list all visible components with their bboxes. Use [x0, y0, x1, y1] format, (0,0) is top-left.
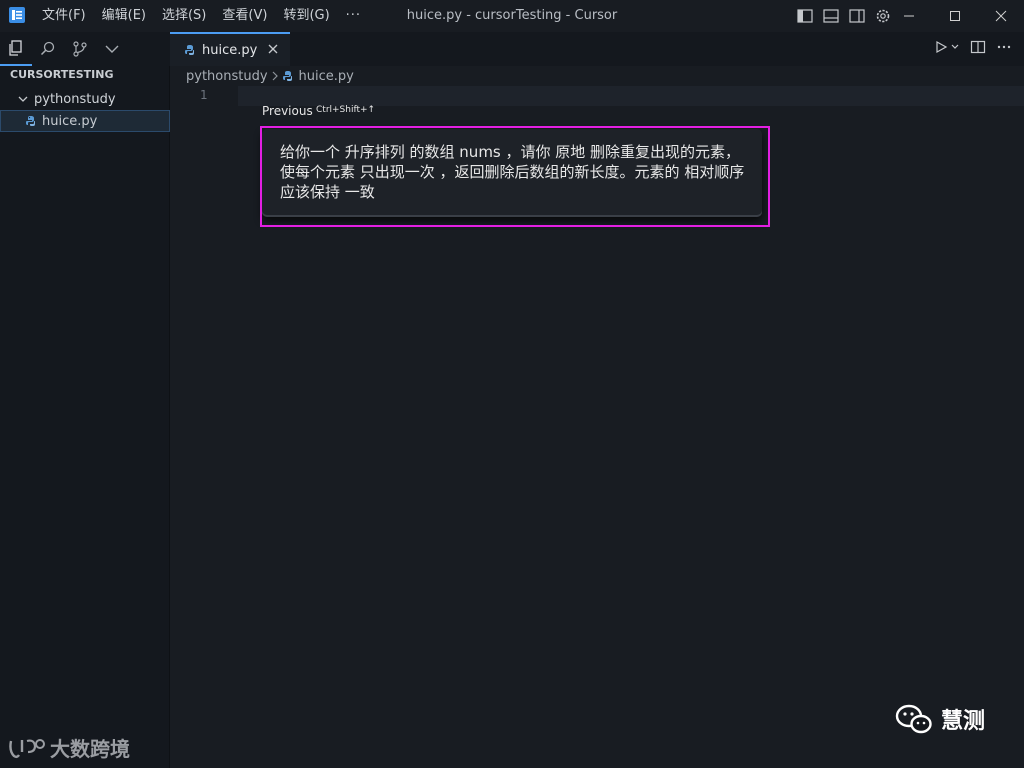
minimize-button[interactable] [886, 0, 932, 32]
app-logo-icon[interactable] [8, 6, 26, 24]
window-controls [886, 0, 1024, 32]
toggle-secondary-sidebar-icon[interactable] [848, 7, 866, 25]
editor-tabs: huice.py [170, 32, 1024, 66]
python-file-icon [282, 71, 292, 81]
python-file-icon [185, 45, 194, 55]
explorer-icon[interactable] [0, 32, 32, 66]
breadcrumb: pythonstudy huice.py [170, 66, 1024, 86]
explorer-sidebar: CURSORTESTING pythonstudy huice.py [0, 66, 170, 768]
annotation-highlight-frame [260, 126, 770, 227]
maximize-button[interactable] [932, 0, 978, 32]
menu-bar: 文件(F) 编辑(E) 选择(S) 查看(V) 转到(G) ··· [34, 0, 369, 32]
toggle-panel-icon[interactable] [822, 7, 840, 25]
toggle-primary-sidebar-icon[interactable] [796, 7, 814, 25]
menu-selection[interactable]: 选择(S) [154, 0, 214, 32]
run-python-file-icon[interactable] [934, 40, 948, 54]
menu-file[interactable]: 文件(F) [34, 0, 94, 32]
breadcrumb-folder[interactable]: pythonstudy [186, 69, 268, 84]
dashujujing-logo-icon [9, 738, 45, 758]
menu-edit[interactable]: 编辑(E) [94, 0, 154, 32]
menu-go[interactable]: 转到(G) [275, 0, 337, 32]
split-editor-icon[interactable] [970, 40, 986, 54]
close-window-button[interactable] [978, 0, 1024, 32]
watermark-right-text: 慧测 [941, 709, 986, 734]
current-line-highlight [238, 86, 1024, 106]
tab-huice-py[interactable]: huice.py [170, 32, 290, 66]
folder-item-pythonstudy[interactable]: pythonstudy [0, 88, 170, 110]
previous-prompt-button[interactable]: Previous [262, 104, 313, 118]
breadcrumb-file[interactable]: huice.py [299, 69, 354, 84]
file-label: huice.py [42, 113, 98, 129]
run-options-chevron-icon[interactable] [950, 42, 960, 52]
more-actions-icon[interactable] [996, 40, 1012, 54]
watermark-left: 大数跨境 [8, 733, 130, 762]
menu-view[interactable]: 查看(V) [214, 0, 275, 32]
wechat-icon [895, 704, 932, 734]
folder-chevron-icon [18, 96, 28, 102]
close-tab-icon[interactable] [266, 42, 280, 56]
activity-bar [0, 32, 170, 66]
watermark-left-text: 大数跨境 [50, 737, 130, 761]
line-number: 1 [200, 88, 208, 102]
watermark-right: 慧测 [895, 703, 985, 735]
chevron-down-icon[interactable] [96, 32, 128, 66]
source-control-icon[interactable] [64, 32, 96, 66]
file-item-huice[interactable]: huice.py [0, 110, 170, 132]
menu-more[interactable]: ··· [338, 0, 369, 32]
explorer-title: CURSORTESTING [10, 68, 114, 81]
python-file-icon [26, 116, 35, 126]
editor-actions [934, 40, 1012, 54]
layout-controls [796, 7, 892, 25]
previous-shortcut-hint: Ctrl+Shift+↑ [316, 105, 376, 115]
tab-label: huice.py [202, 42, 258, 58]
search-icon[interactable] [32, 32, 64, 66]
breadcrumb-separator-icon [272, 71, 278, 81]
folder-label: pythonstudy [34, 91, 116, 107]
